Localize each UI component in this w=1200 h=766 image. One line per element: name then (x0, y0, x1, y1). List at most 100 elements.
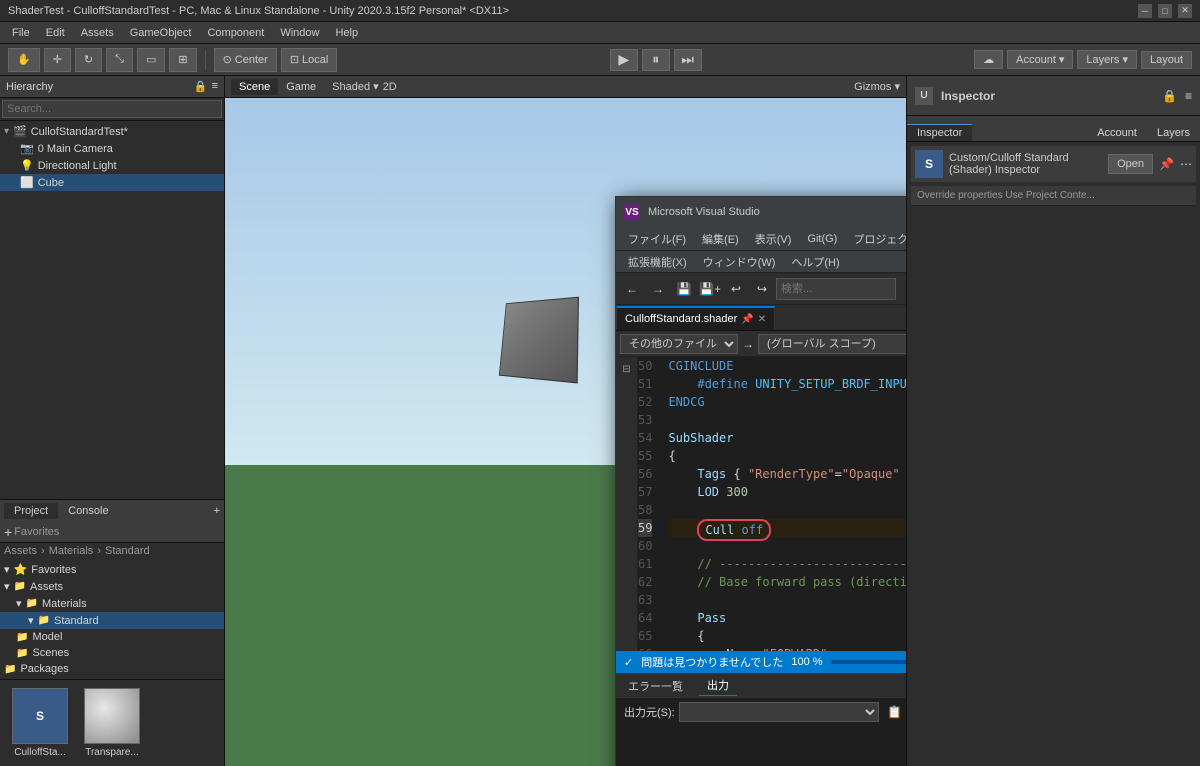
step-button[interactable]: ⏭ (674, 49, 702, 71)
rotate-tool-button[interactable]: ↻ (75, 48, 102, 72)
play-button[interactable]: ▶ (610, 49, 638, 71)
minimize-button[interactable]: ─ (1138, 4, 1152, 18)
gizmos-button[interactable]: Gizmos ▾ (854, 80, 900, 93)
menu-file[interactable]: File (4, 25, 38, 41)
hand-tool-button[interactable]: ✋ (8, 48, 40, 72)
tab-account[interactable]: Account (1087, 125, 1147, 141)
vs-file-tab-active[interactable]: CulloffStandard.shader 📌 ✕ (616, 306, 775, 330)
menu-edit[interactable]: Edit (38, 25, 73, 41)
menu-window[interactable]: Window (272, 25, 327, 41)
tab-layers[interactable]: Layers (1147, 125, 1200, 141)
tree-scenes[interactable]: 📁 Scenes (0, 645, 224, 661)
vs-status-progress (831, 660, 906, 664)
asset-thumb-transparent[interactable]: Transpare... (80, 688, 144, 758)
cull-shader-icon: S (12, 688, 68, 744)
vs-status-bar: ✓ 問題は見つかりませんでした 100 % 行: 59 文字: 17 SPC L… (616, 651, 906, 673)
hierarchy-item-camera[interactable]: 📷 0 Main Camera (0, 140, 224, 157)
vs-scope-right-dropdown[interactable]: (グローバル スコープ) (758, 334, 906, 354)
code-line-56: Tags { "RenderType"="Opaque" "Performanc… (668, 465, 906, 483)
shading-dropdown[interactable]: Shaded ▾ (332, 80, 379, 93)
add-asset-button[interactable]: + (4, 524, 12, 540)
hierarchy-item-cube[interactable]: ⬜ Cube (0, 174, 224, 191)
code-line-51: #define UNITY_SETUP_BRDF_INPUT MetallicS… (668, 375, 906, 393)
tree-packages[interactable]: 📁 Packages (0, 661, 224, 677)
vs-search-input[interactable] (776, 278, 896, 300)
inspector-menu-icon[interactable]: ≡ (1185, 89, 1192, 103)
vs-scope-left-dropdown[interactable]: その他のファイル (620, 334, 738, 354)
move-tool-button[interactable]: ✛ (44, 48, 71, 72)
tab-inspector-main[interactable]: Inspector (907, 124, 972, 141)
output-copy-button[interactable]: 📋 (883, 700, 906, 724)
tab-game[interactable]: Game (278, 79, 324, 95)
vs-file-tab-pin-icon[interactable]: 📌 (741, 314, 753, 325)
tree-favorites[interactable]: ▾ ⭐ Favorites (0, 561, 224, 578)
layout-button[interactable]: Layout (1141, 51, 1192, 69)
vs-forward-button[interactable]: → (646, 277, 670, 301)
vs-menu-file[interactable]: ファイル(F) (620, 229, 694, 249)
asset-thumb-cull[interactable]: S CulloffSta... (8, 688, 72, 758)
output-source-select[interactable] (679, 702, 879, 722)
path-assets[interactable]: Assets (4, 545, 37, 557)
vs-back-button[interactable]: ← (620, 277, 644, 301)
vs-redo-button[interactable]: ↪ (750, 277, 774, 301)
vs-save-button[interactable]: 💾 (672, 277, 696, 301)
hierarchy-menu-icon[interactable]: ≡ (212, 80, 218, 93)
vs-menu-git[interactable]: Git(G) (799, 231, 845, 247)
menu-assets[interactable]: Assets (73, 25, 122, 41)
tree-assets[interactable]: ▾ 📁 Assets (0, 578, 224, 595)
path-materials[interactable]: Materials (49, 545, 94, 557)
local-button[interactable]: ⊡ Local (281, 48, 338, 72)
scale-tool-button[interactable]: ⤡ (106, 48, 133, 72)
vs-menu-view[interactable]: 表示(V) (747, 229, 800, 249)
menu-gameobject[interactable]: GameObject (122, 25, 200, 41)
cloud-button[interactable]: ☁ (974, 50, 1003, 69)
code-line-59: Cull off (668, 519, 906, 537)
vs-file-tab-close-icon[interactable]: ✕ (758, 314, 766, 325)
account-button[interactable]: Account ▾ (1007, 50, 1073, 69)
close-button[interactable]: ✕ (1178, 4, 1192, 18)
rect-tool-button[interactable]: ▭ (137, 48, 165, 72)
light-label: Directional Light (38, 160, 117, 172)
shader-open-button[interactable]: Open (1108, 154, 1153, 174)
hierarchy-scene-root[interactable]: ▾ 🎬 CullofStandardTest* (0, 123, 224, 140)
pause-button[interactable]: ⏸ (642, 49, 670, 71)
vs-code-area[interactable]: 50515253 54555657 585960 61626364 656667… (638, 357, 906, 651)
materials-folder-icon: 📁 (26, 598, 38, 609)
hierarchy-item-light[interactable]: 💡 Directional Light (0, 157, 224, 174)
tree-model[interactable]: 📁 Model (0, 629, 224, 645)
tab-error-list[interactable]: エラー一覧 (620, 676, 691, 696)
menu-component[interactable]: Component (199, 25, 272, 41)
layers-button[interactable]: Layers ▾ (1077, 50, 1137, 69)
vs-save-all-button[interactable]: 💾+ (698, 277, 722, 301)
code-line-58 (668, 501, 906, 519)
vs-undo-button[interactable]: ↩ (724, 277, 748, 301)
scene-icon: 🎬 (13, 125, 27, 138)
2d-button[interactable]: 2D (383, 81, 397, 93)
hierarchy-search-bar (0, 98, 224, 121)
vs-menu-help[interactable]: ヘルプ(H) (783, 252, 847, 272)
vs-menu-bar: ファイル(F) 編集(E) 表示(V) Git(G) プロジェクト(P) ビルド… (616, 227, 906, 251)
tab-scene[interactable]: Scene (231, 79, 278, 95)
maximize-button[interactable]: □ (1158, 4, 1172, 18)
standard-arrow-icon: ▾ (28, 614, 34, 627)
hierarchy-search-input[interactable] (2, 100, 222, 118)
tree-materials[interactable]: ▾ 📁 Materials (0, 595, 224, 612)
inspector-pin-icon[interactable]: 📌 (1159, 157, 1174, 171)
code-line-50: CGINCLUDE (668, 357, 906, 375)
vs-menu-project[interactable]: プロジェクト(P) (845, 229, 906, 249)
vs-file-tab-label: CulloffStandard.shader (625, 313, 737, 325)
vs-menu-extensions[interactable]: 拡張機能(X) (620, 252, 695, 272)
path-standard[interactable]: Standard (105, 545, 150, 557)
menu-help[interactable]: Help (327, 25, 366, 41)
add-tab-button[interactable]: + (214, 505, 220, 517)
inspector-menu2-icon[interactable]: ⋯ (1180, 157, 1192, 171)
tab-project[interactable]: Project (4, 503, 58, 519)
center-button[interactable]: ⊙ Center (214, 48, 277, 72)
vs-menu-window[interactable]: ウィンドウ(W) (695, 252, 784, 272)
transform-tool-button[interactable]: ⊞ (169, 48, 196, 72)
tab-console[interactable]: Console (58, 503, 118, 519)
vs-menu-edit[interactable]: 編集(E) (694, 229, 747, 249)
tab-output[interactable]: 出力 (699, 675, 737, 696)
inspector-lock-icon[interactable]: 🔒 (1162, 89, 1177, 103)
tree-standard[interactable]: ▾ 📁 Standard (0, 612, 224, 629)
